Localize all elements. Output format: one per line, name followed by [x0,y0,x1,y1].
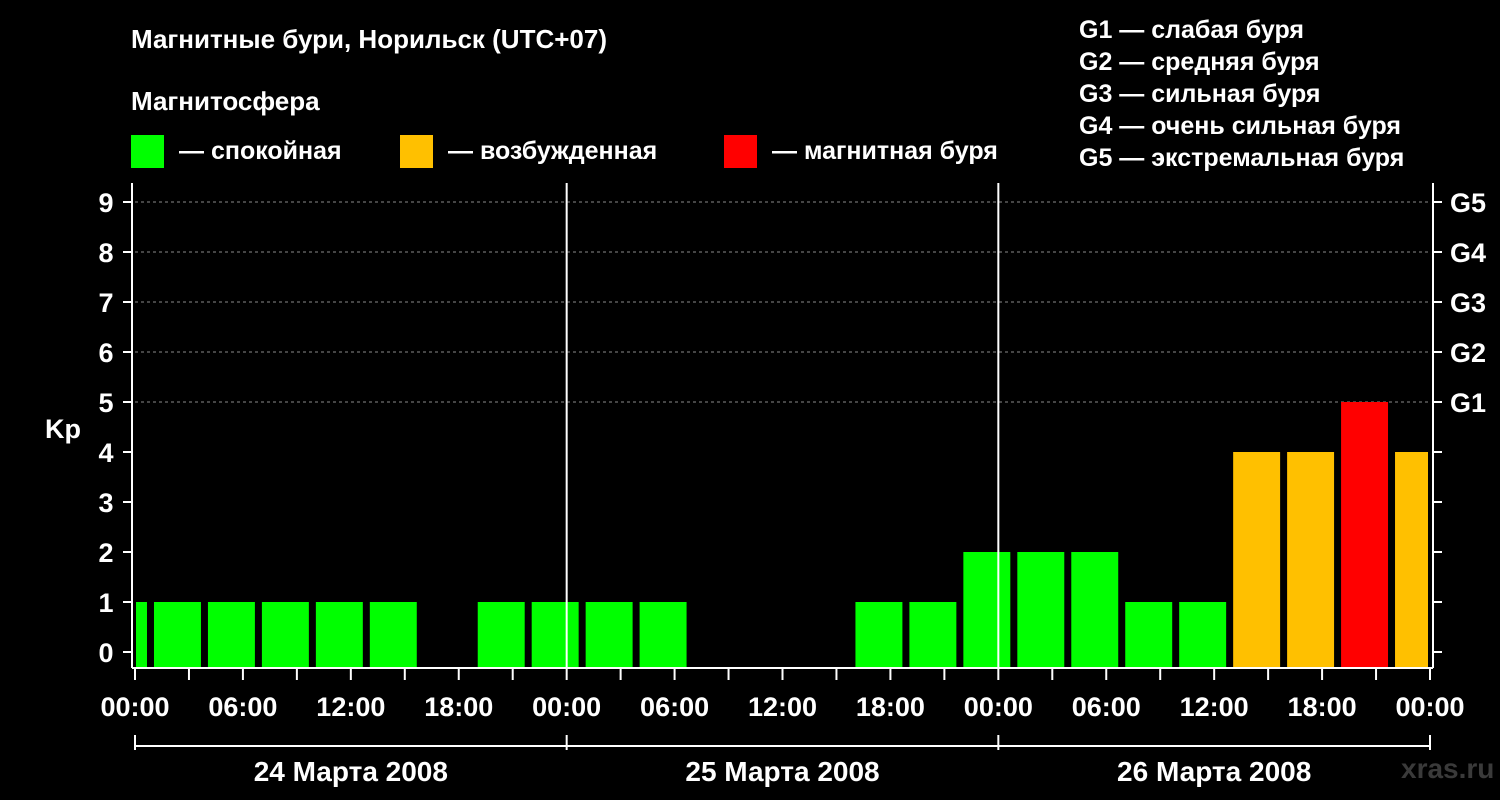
y-tick-label: 1 [98,588,113,618]
kp-bar [315,602,363,668]
y-tick-label: 3 [98,488,113,518]
kp-bar [1071,552,1119,668]
x-tick-label: 00:00 [1395,692,1464,722]
y-tick-label: 9 [98,188,113,218]
x-tick-label: 00:00 [532,692,601,722]
kp-bar [1233,452,1281,668]
kp-bar [477,602,525,668]
x-tick-label: 18:00 [856,692,925,722]
kp-bar [585,602,633,668]
x-tick-label: 18:00 [1288,692,1357,722]
kp-bar [1017,552,1065,668]
day-label: 24 Марта 2008 [254,756,448,787]
kp-bar [261,602,309,668]
y-tick-label: 2 [98,538,113,568]
x-tick-label: 18:00 [424,692,493,722]
watermark: xras.ru [1401,753,1495,784]
kp-chart: 0 1 2 3 4 5 6 7 8 9 G1 G2 G3 G4 G5 Kp 00:00 06:00 12:00 18:… [45,183,1486,787]
g-tick-label: G5 [1450,188,1486,218]
x-tick-label: 12:00 [316,692,385,722]
y-tick-label: 5 [98,388,113,418]
kp-bar [153,602,201,668]
y-tick-label: 4 [98,438,113,468]
x-tick-label: 12:00 [1180,692,1249,722]
x-tick-label: 00:00 [100,692,169,722]
kp-bar [855,602,903,668]
day-label: 26 Марта 2008 [1117,756,1311,787]
kp-bar [1341,402,1389,668]
x-tick-label: 06:00 [640,692,709,722]
kp-bar [369,602,417,668]
y-axis-label: Kp [45,414,81,444]
x-tick-label: 06:00 [208,692,277,722]
kp-bar [1125,602,1173,668]
kp-bar [531,602,579,668]
g-tick-label: G3 [1450,288,1486,318]
y-tick-label: 6 [98,338,113,368]
kp-bar [1179,602,1227,668]
day-label: 25 Марта 2008 [685,756,879,787]
kp-bar [136,602,147,668]
g-tick-label: G2 [1450,338,1486,368]
x-tick-label: 00:00 [964,692,1033,722]
kp-bar [207,602,255,668]
x-tick-label: 12:00 [748,692,817,722]
y-tick-label: 8 [98,238,113,268]
x-tick-label: 06:00 [1072,692,1141,722]
kp-bar [639,602,687,668]
kp-bar [1287,452,1335,668]
y-tick-label: 0 [98,638,113,668]
kp-bar [963,552,1011,668]
kp-bar [1395,452,1428,668]
kp-bar [909,602,957,668]
g-tick-label: G4 [1450,238,1486,268]
g-tick-label: G1 [1450,388,1486,418]
y-tick-label: 7 [98,288,113,318]
